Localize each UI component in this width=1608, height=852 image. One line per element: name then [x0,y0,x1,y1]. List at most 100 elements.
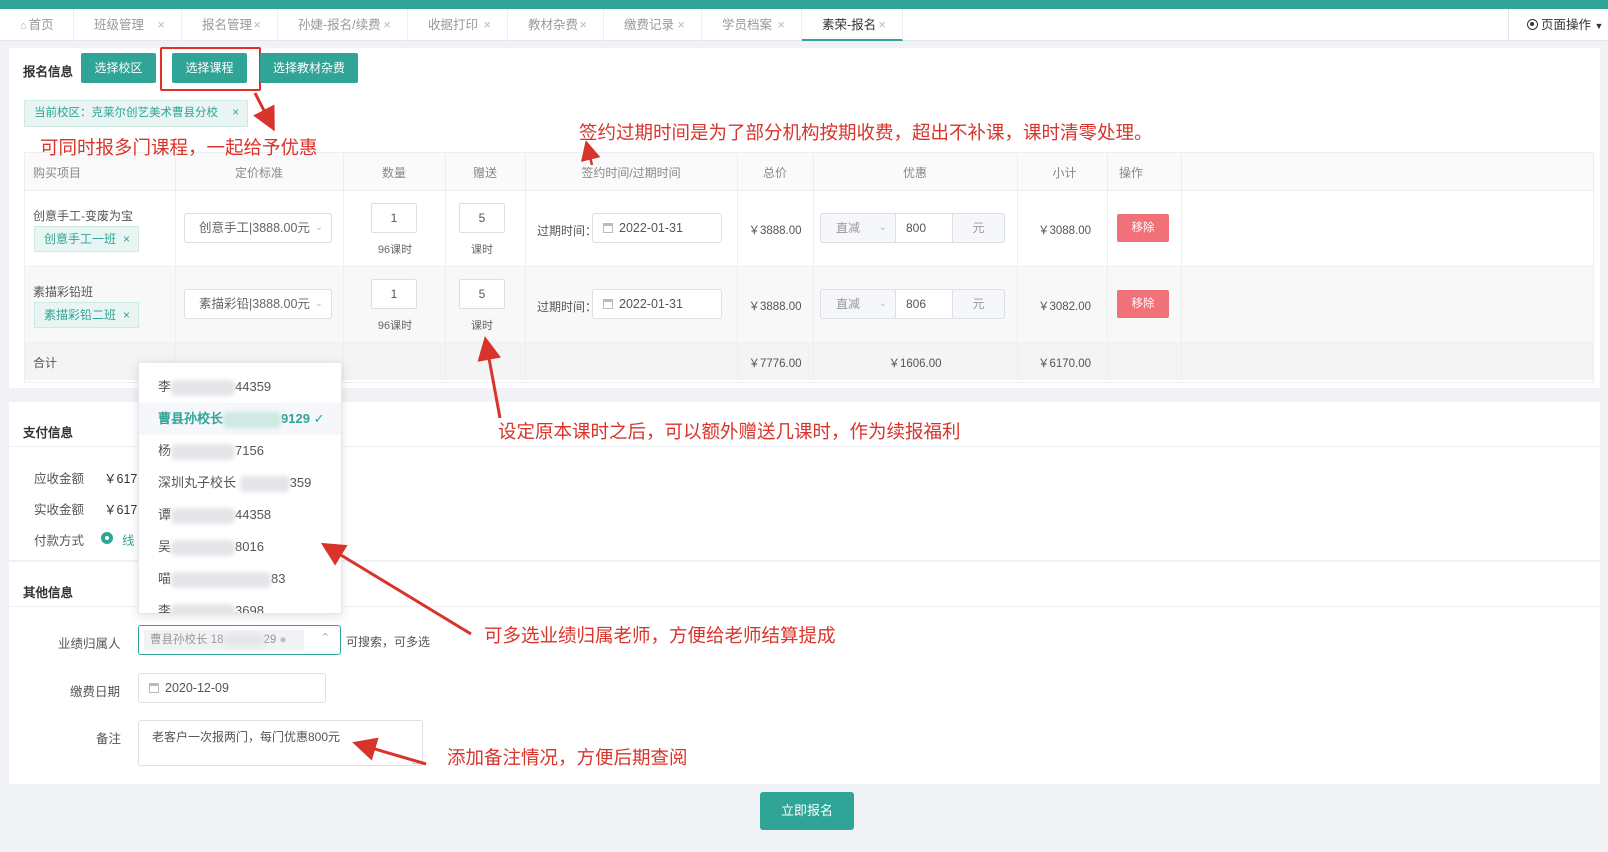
owner-select[interactable]: 曹县孙校长 18 29 ● ⌃ [138,625,341,655]
tab-material-fees[interactable]: 教材杂费 × [508,9,604,41]
payment-date-input[interactable]: 2020-12-09 [138,673,326,703]
owner-dropdown-list: 李 44359 曹县孙校长 9129 ✓ 杨 7156 深圳丸子校长 359 谭 443… [138,362,342,614]
tab-home[interactable]: ⌂ 首页 [0,9,74,41]
select-material-button[interactable]: 选择教材杂费 [260,53,358,83]
select-campus-button[interactable]: 选择校区 [81,53,156,83]
col-subtotal: 小计 [1052,166,1077,180]
close-icon[interactable]: × [777,9,785,41]
class-tag: 素描彩铅二班 × [34,302,139,328]
close-icon[interactable]: × [253,9,261,41]
tab-class-manage[interactable]: 班级管理 × [74,9,182,41]
highlight-box [160,47,261,91]
col-total: 总价 [762,166,787,180]
course-table: 购买项目 定价标准 数量 赠送 签约时间/过期时间 总价 优惠 小计 操作 创意… [24,152,1594,383]
close-icon[interactable]: × [383,9,391,41]
enroll-title: 报名信息 [23,65,74,79]
sum-label: 合计 [33,356,58,370]
note-label: 备注 [96,732,122,746]
dropdown-item[interactable]: 谭 44358 [139,499,341,531]
close-icon[interactable]: × [123,227,130,251]
discount-value-input[interactable]: 806 [896,290,952,318]
paid-amount: ￥617( [104,503,142,517]
dropdown-item[interactable]: 吴 8016 [139,531,341,563]
col-item: 购买项目 [33,166,82,180]
close-icon[interactable]: × [123,303,130,327]
item-name: 创意手工-变废为宝 [33,209,133,223]
tab-sunjie-enroll[interactable]: 孙婕-报名/续费 × [278,9,408,41]
item-name: 素描彩铅班 [33,285,94,299]
tab-surong-enroll[interactable]: 素荣-报名 × [802,9,903,41]
dropdown-item[interactable]: 曹县孙校长 9129 ✓ [139,403,341,435]
annotation-note: 添加备注情况，方便后期查阅 [447,747,688,768]
method-label: 付款方式 [34,534,85,548]
note-textarea[interactable]: 老客户一次报两门，每门优惠800元 ∟ [138,720,423,767]
dropdown-item[interactable]: 深圳丸子校长 359 [139,467,341,499]
close-icon[interactable]: × [232,101,239,126]
close-icon[interactable]: × [677,9,685,41]
calendar-icon [149,683,159,693]
discount-unit: 元 [952,214,1004,242]
qty-input[interactable]: 1 [371,203,417,233]
payment-radio[interactable] [101,532,113,544]
col-action: 操作 [1119,166,1144,180]
close-icon[interactable]: × [878,9,886,41]
tab-payment-records[interactable]: 缴费记录 × [604,9,702,41]
annotation-multi-course: 可同时报多门课程，一起给予优惠 [40,137,318,158]
dropdown-item[interactable]: 喵 83 [139,563,341,595]
tab-bar: ⌂ 首页 班级管理 × 报名管理 × 孙婕-报名/续费 × 收据打印 × 教材杂费 × 缴费… [0,9,1608,41]
total-price: ￥3888.00 [748,225,802,237]
close-icon[interactable]: × [579,9,587,41]
close-circle-icon[interactable]: ● [280,634,287,646]
chevron-up-icon: ⌃ [320,632,330,644]
close-icon[interactable]: × [157,9,165,41]
subtotal: ￥3082.00 [1037,301,1092,313]
discount-type-select[interactable]: 直减 ⌄ [821,290,896,318]
expire-date-input[interactable]: 2022-01-31 [592,213,722,243]
remove-button[interactable]: 移除 [1117,290,1169,318]
gift-unit: 课时 [471,320,493,332]
qty-input[interactable]: 1 [371,279,417,309]
pricing-select[interactable]: 素描彩铅|3888.00元 ⌄ [184,289,332,319]
chevron-down-icon: ⌄ [878,222,887,233]
close-icon[interactable]: × [483,9,491,41]
expire-label: 过期时间： [537,224,598,238]
discount-type-select[interactable]: 直减 ⌄ [821,214,896,242]
chevron-down-icon: ⌄ [314,222,323,233]
col-gift: 赠送 [472,166,497,180]
payment-method-option[interactable]: 线 [122,530,135,549]
tab-student-files[interactable]: 学员档案 × [702,9,802,41]
tab-receipt-print[interactable]: 收据打印 × [408,9,508,41]
sum-discount: ￥1606.00 [888,358,942,370]
class-tag: 创意手工一班 × [34,226,139,252]
chevron-down-icon: ⌄ [878,298,887,309]
pricing-select[interactable]: 创意手工|3888.00元 ⌄ [184,213,332,243]
home-icon: ⌂ [20,20,27,32]
gift-input[interactable]: 5 [459,279,505,309]
dropdown-item[interactable]: 李 44359 [139,371,341,403]
page-ops-menu[interactable]: 页面操作 ▼ [1508,9,1608,41]
check-icon: ✓ [313,411,325,426]
annotation-expire: 签约过期时间是为了部分机构按期收费，超出不补课，课时清零处理。 [579,122,1153,143]
dropdown-item[interactable]: 杨 7156 [139,435,341,467]
discount-group: 直减 ⌄ 800 元 [820,213,1005,243]
sum-total: ￥7776.00 [748,358,802,370]
chevron-down-icon: ⌄ [314,298,323,309]
caret-down-icon: ▼ [1594,21,1604,31]
resize-handle-icon[interactable]: ∟ [410,756,420,767]
sum-subtotal: ￥6170.00 [1037,358,1092,370]
col-sign-expire: 签约时间/过期时间 [581,166,681,180]
enroll-panel: 报名信息 选择校区 选择课程 选择教材杂费 当前校区：克莱尔创艺美术曹县分校 × … [9,47,1600,388]
remove-button[interactable]: 移除 [1117,214,1169,242]
expire-date-input[interactable]: 2022-01-31 [592,289,722,319]
subtotal: ￥3088.00 [1037,225,1092,237]
annotation-gift: 设定原本课时之后，可以额外赠送几课时，作为续报福利 [498,421,961,442]
tab-enroll-manage[interactable]: 报名管理 × [182,9,278,41]
discount-value-input[interactable]: 800 [896,214,952,242]
expire-label: 过期时间： [537,300,598,314]
submit-enroll-button[interactable]: 立即报名 [760,792,854,830]
dropdown-item[interactable]: 李 3698 [139,595,341,613]
gift-input[interactable]: 5 [459,203,505,233]
table-row: 创意手工-变废为宝 创意手工一班 × 创意手工|3888.00元 ⌄ 1 96课时 … [25,191,1593,267]
table-row: 素描彩铅班 素描彩铅二班 × 素描彩铅|3888.00元 ⌄ 1 96课时 5 课时… [25,267,1593,343]
discount-unit: 元 [952,290,1004,318]
